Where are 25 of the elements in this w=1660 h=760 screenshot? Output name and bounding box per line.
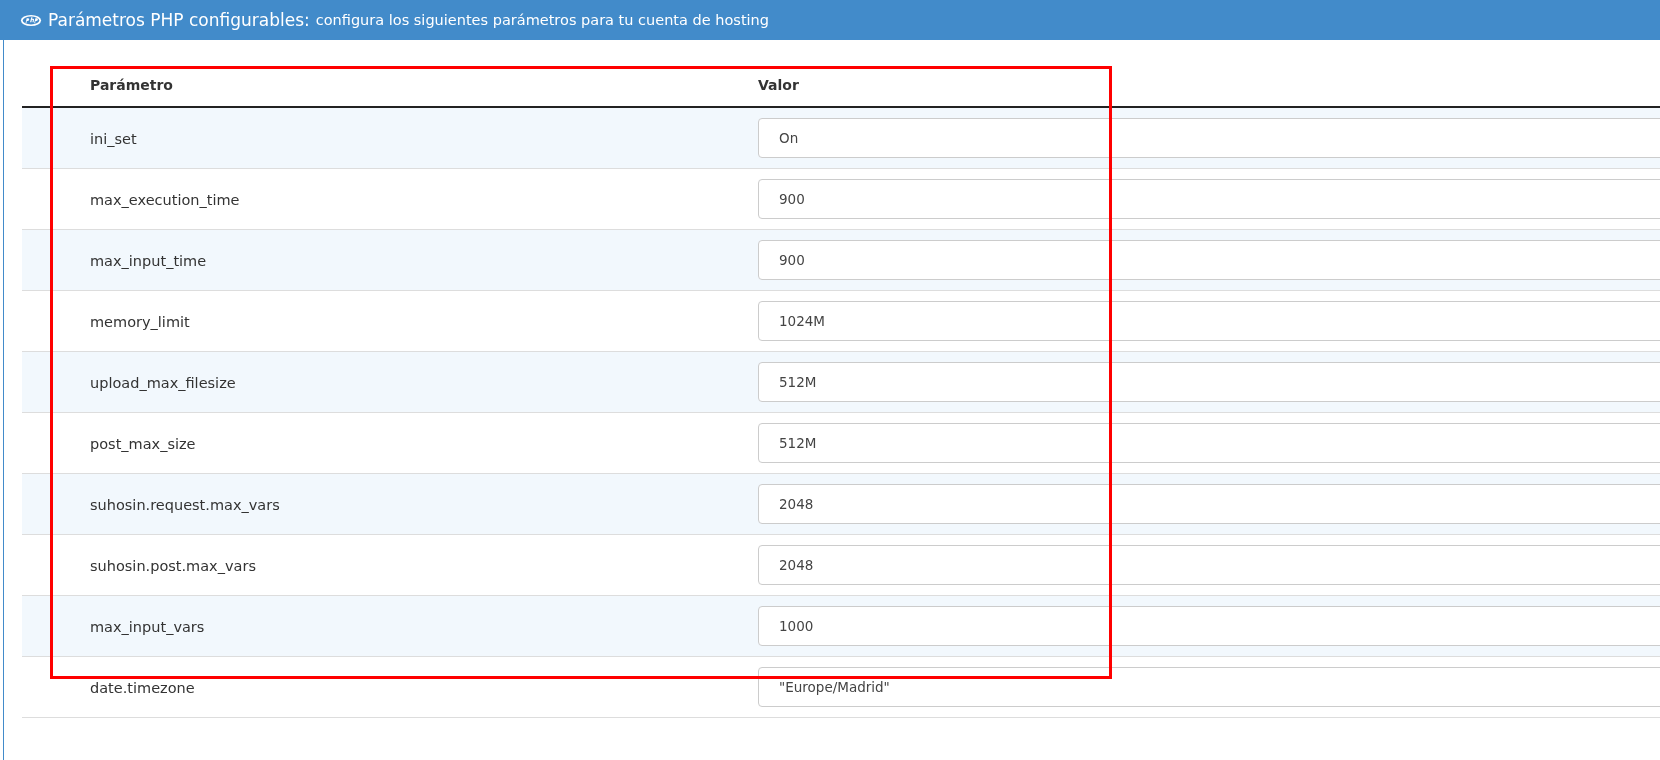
value-field[interactable]: 2048 [758,484,1660,524]
value-field[interactable]: 1000 [758,606,1660,646]
parameter-name: memory_limit [90,313,190,330]
value-field[interactable]: 2048 [758,545,1660,585]
parameter-name: max_input_time [90,252,207,269]
column-header: Parámetro [90,76,173,93]
value-field[interactable]: 900 [758,240,1660,280]
parameter-name: max_input_vars [90,618,205,635]
value-field[interactable]: "Europe/Madrid" [758,667,1660,707]
value-field[interactable]: On [758,118,1660,158]
value-field[interactable]: 512M [758,362,1660,402]
value-field[interactable]: 900 [758,179,1660,219]
parameter-name: suhosin.post.max_vars [90,557,256,574]
value-field[interactable]: 512M [758,423,1660,463]
value-field[interactable]: 1024M [758,301,1660,341]
panel-subtitle: configura los siguientes parámetros para tu cuenta de hosting [315,12,769,28]
parameter-name: ini_set [90,130,137,147]
parameter-name: upload_max_filesize [90,374,236,391]
parameter-name: date.timezone [90,679,195,696]
panel-title: Parámetros PHP configurables: [48,10,310,30]
column-header: Valor [758,76,799,93]
php-logo-icon [20,13,42,27]
parameter-name: post_max_size [90,435,196,452]
parameter-name: max_execution_time [90,191,240,208]
parameter-name: suhosin.request.max_vars [90,496,280,513]
